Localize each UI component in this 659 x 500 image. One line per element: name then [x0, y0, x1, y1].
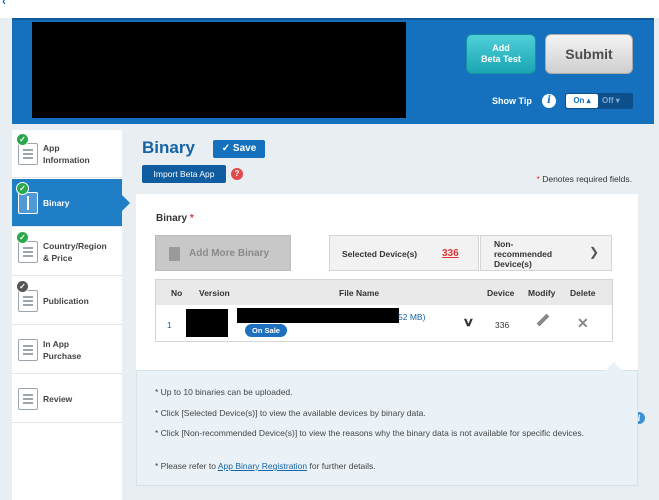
device-count: 336 — [495, 320, 510, 330]
shield-icon — [18, 388, 38, 410]
sidebar-item-in-app-purchase[interactable]: In App Purchase — [12, 326, 122, 374]
sidebar-item-country-region[interactable]: ✓ Country/Region & Price — [12, 228, 122, 276]
add-beta-line2: Beta Test — [481, 54, 521, 64]
chevron-down-icon[interactable]: ∨ — [462, 315, 474, 329]
required-note: * Denotes required fields. — [537, 174, 632, 184]
show-tip-label: Show Tip — [492, 96, 532, 106]
check-icon: ✓ — [16, 182, 29, 195]
col-version: Version — [199, 288, 230, 298]
tip-off-option[interactable]: Off ▾ — [602, 94, 632, 108]
col-modify: Modify — [528, 288, 556, 298]
selected-devices-button[interactable]: Selected Device(s) 336 — [329, 235, 479, 271]
sidebar-label: Review — [43, 394, 73, 404]
sidebar-label-2: Information — [43, 155, 90, 165]
info-icon[interactable]: i — [542, 94, 556, 108]
note-2: * Click [Selected Device(s)] to view the… — [155, 408, 426, 418]
sidebar-label-2: & Price — [43, 253, 73, 263]
sidebar-item-app-information[interactable]: ✓ App Information — [12, 130, 122, 178]
sidebar-label: Country/Region — [43, 241, 107, 251]
purchase-icon — [18, 339, 38, 361]
col-file-name: File Name — [339, 288, 380, 298]
price-icon — [18, 241, 38, 263]
delete-icon[interactable]: ✕ — [577, 315, 589, 332]
document-icon — [18, 143, 38, 165]
sidebar-label: App — [43, 143, 60, 153]
tip-on-option[interactable]: On ▴ — [566, 94, 598, 108]
app-binary-registration-link[interactable]: App Binary Registration — [218, 461, 307, 471]
row-number: 1 — [167, 320, 172, 330]
add-beta-line1: Add — [492, 43, 510, 53]
binary-icon — [18, 192, 38, 214]
nonrecommended-devices-button[interactable]: Non- recommended Device(s) ❯ — [480, 235, 612, 271]
col-device: Device — [487, 288, 515, 298]
import-beta-app-button[interactable]: Import Beta App — [142, 165, 226, 183]
sidebar-label: In App — [43, 339, 70, 349]
selected-devices-label: Selected Device(s) — [342, 249, 418, 259]
col-delete: Delete — [570, 288, 596, 298]
pencil-icon[interactable] — [536, 313, 550, 327]
status-badge: On Sale — [245, 324, 287, 337]
app-header: Add Beta Test Submit Show Tip i On ▴ Off… — [12, 18, 654, 124]
submit-button[interactable]: Submit — [545, 34, 633, 74]
check-icon: ✓ — [16, 133, 29, 146]
sidebar-item-publication[interactable]: ✓ Publication — [12, 277, 122, 325]
sidebar-label: Publication — [43, 296, 89, 306]
sidebar-label-2: Purchase — [43, 351, 82, 361]
check-icon: ✓ — [16, 280, 29, 293]
sidebar-label: Binary — [43, 198, 70, 208]
note-1: * Up to 10 binaries can be uploaded. — [155, 387, 293, 397]
redacted-app-info — [32, 22, 406, 118]
required-note-text: Denotes required fields. — [542, 174, 632, 184]
save-button[interactable]: ✓ Save — [213, 140, 265, 158]
add-more-binary-label: Add More Binary — [189, 248, 270, 259]
sidebar-item-review[interactable]: Review — [12, 375, 122, 423]
col-no: No — [171, 288, 183, 298]
sidebar: ✓ App Information ✓ Binary ✓ Country/Regi… — [12, 130, 130, 500]
save-label: Save — [232, 143, 257, 154]
table-row: 1 52 MB) On Sale ∨ 336 ✕ — [156, 305, 612, 341]
add-beta-test-button[interactable]: Add Beta Test — [466, 34, 536, 74]
nonrec-line3: Device(s) — [494, 259, 532, 269]
file-size: 52 MB) — [398, 312, 426, 322]
required-star: * — [536, 174, 540, 184]
table-header: No Version File Name Device Modify Delet… — [156, 280, 612, 305]
top-strip: ‹ — [0, 0, 659, 18]
add-more-binary-button[interactable]: Add More Binary — [155, 235, 291, 271]
calendar-icon — [18, 290, 38, 312]
page-title: Binary — [142, 138, 195, 157]
redacted-version — [186, 309, 228, 337]
show-tip-toggle[interactable]: On ▴ Off ▾ — [565, 93, 633, 109]
help-icon[interactable]: ? — [231, 168, 243, 180]
note-3: * Click [Non-recommended Device(s)] to v… — [155, 428, 584, 438]
chevron-right-icon: ❯ — [588, 245, 599, 259]
sidebar-item-binary[interactable]: ✓ Binary — [12, 179, 130, 227]
notes-panel: * Up to 10 binaries can be uploaded. * C… — [136, 362, 638, 486]
check-icon: ✓ — [16, 231, 29, 244]
selected-devices-count[interactable]: 336 — [442, 236, 459, 272]
back-link[interactable]: ‹ — [2, 0, 6, 8]
binary-section-title: Binary * — [156, 213, 194, 224]
binary-table: No Version File Name Device Modify Delet… — [155, 279, 613, 342]
note-4: * Please refer to App Binary Registratio… — [155, 461, 376, 471]
binary-card: Binary * Add More Binary Selected Device… — [136, 194, 645, 424]
main-content: Binary ✓ Save Import Beta App ? * Denote… — [122, 130, 654, 500]
redacted-file-name — [237, 308, 399, 323]
file-icon — [169, 247, 180, 261]
